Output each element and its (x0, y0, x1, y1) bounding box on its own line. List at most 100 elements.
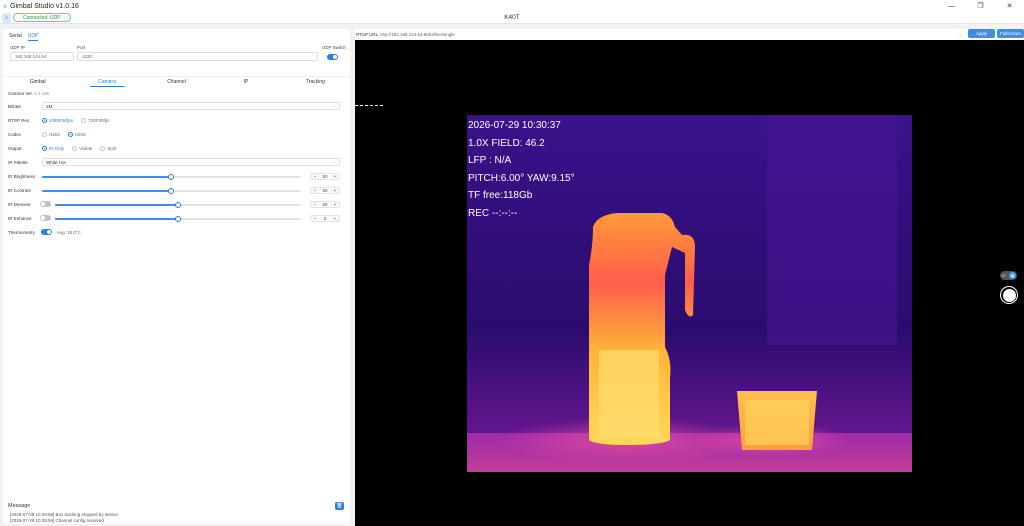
output-label: Output (8, 146, 22, 151)
video-panel: RTSP URL: rtsp://192.168.144.64:8554/liv… (355, 29, 1024, 526)
radio-720p[interactable]: 720P30fps (81, 118, 110, 123)
ir-contrast-slider[interactable] (42, 188, 300, 194)
plus-button[interactable]: + (331, 216, 339, 221)
udp-switch-label: UDP Switch (322, 45, 346, 50)
device-name: K40T (504, 14, 520, 21)
ir-contrast-label: IR Contrast (8, 188, 31, 193)
port-input[interactable]: 1030 (77, 52, 318, 61)
codec-radio-group: H264 H265 (42, 132, 86, 137)
maximize-icon[interactable]: ❐ (966, 0, 995, 12)
slider-fill (55, 204, 178, 206)
log-line: [2026-07-29 10:29:58] Box tracking stopp… (10, 512, 118, 517)
osd-timestamp: 2026-07-29 10:30:37 (468, 120, 561, 131)
udp-ip-input[interactable]: 192.168.144.64 (10, 52, 74, 61)
tab-gimbal[interactable]: Gimbal (3, 77, 72, 86)
ir-brightness-label: IR Brightness (8, 174, 36, 179)
ir-enhance-slider[interactable] (55, 216, 300, 222)
ir-palette-select[interactable]: White Hot ⌄ (42, 158, 340, 166)
fullscreen-button[interactable]: Fullscreen (997, 29, 1024, 38)
chevron-down-icon: ⌄ (958, 31, 962, 37)
connection-tabs: Serial UDP (9, 33, 39, 41)
camera-mode-toggle[interactable]: IR ◉ (1000, 271, 1017, 280)
device-tab-bar: ⌂ Connected: UDP K40T (0, 12, 1024, 24)
port-label: Port (77, 45, 86, 50)
osd-tf-free: TF free:118Gb (468, 190, 533, 201)
ir-enhance-stepper: −3 + (310, 215, 340, 222)
camera-version-label: Camera Ver. 3.4.166 (8, 91, 50, 96)
ir-brightness-stepper: −50 + (310, 173, 340, 180)
app-logo-icon: ♆ (2, 1, 8, 11)
ir-contrast-stepper: −50 + (310, 187, 340, 194)
control-panel: Serial UDP UDP IP 192.168.144.64 Port 10… (3, 29, 350, 524)
window-title: Gimbal Studio v1.0.16 (10, 2, 79, 10)
radio-ir-only[interactable]: IR Only (42, 146, 64, 151)
radio-split[interactable]: Split (100, 146, 116, 151)
output-radio-group: IR Only Visible Split (42, 146, 116, 151)
rtsp-url-input[interactable]: rtsp://192.168.144.64:8554/live/single ⌄ (378, 30, 964, 38)
slider-thumb[interactable] (174, 202, 181, 208)
ir-denoise-stepper: −50 + (310, 201, 340, 208)
ir-mode-label: IR (1002, 273, 1006, 278)
osd-lfp: LFP : N/A (468, 155, 512, 166)
rtsp-url-label: RTSP URL: (356, 32, 380, 37)
bitrate-select[interactable]: 2M ⌄ (42, 102, 340, 110)
ir-palette-label: IR Palette (8, 160, 28, 165)
ir-enhance-label: IR Enhance (8, 216, 32, 221)
message-panel: Message 🗑 [2026-07-29 10:29:58] Box trac… (3, 497, 350, 524)
camera-icon: ◉ (1009, 272, 1016, 279)
slider-thumb[interactable] (168, 174, 174, 180)
rtsp-bar: RTSP URL: rtsp://192.168.144.64:8554/liv… (355, 29, 1024, 40)
tab-ip[interactable]: IP (211, 77, 280, 86)
apply-button[interactable]: Apply (968, 29, 995, 38)
ir-enhance-toggle[interactable] (40, 215, 51, 221)
ir-denoise-slider[interactable] (55, 202, 300, 208)
radio-visible[interactable]: Visible (72, 146, 92, 151)
camera-version-value: 3.4.166 (34, 91, 50, 96)
log-line: [2026-07-29 10:29:58] Channel config rec… (10, 518, 104, 523)
window-controls: — ❐ ✕ (937, 0, 1024, 12)
plus-button[interactable]: + (331, 174, 339, 179)
ir-denoise-label: IR Denoise (8, 202, 31, 207)
minus-button[interactable]: − (311, 188, 319, 193)
ir-brightness-value[interactable]: 50 (319, 174, 331, 179)
tab-tracking[interactable]: Tracking (281, 77, 350, 86)
minus-button[interactable]: − (311, 202, 319, 207)
function-tabs: Gimbal Camera Channel IP Tracking (3, 76, 350, 87)
radio-h264[interactable]: H264 (42, 132, 60, 137)
tab-camera[interactable]: Camera (72, 77, 141, 87)
osd-rec: REC --:--:-- (468, 207, 518, 219)
slider-fill (55, 218, 178, 220)
plus-button[interactable]: + (331, 188, 339, 193)
ir-contrast-value[interactable]: 50 (319, 188, 331, 193)
thermometry-label: Thermometry (8, 230, 35, 235)
minimize-icon[interactable]: — (937, 0, 966, 12)
bitrate-label: Bitrate (8, 104, 22, 109)
tab-udp[interactable]: UDP (27, 33, 39, 41)
minus-button[interactable]: − (311, 216, 319, 221)
trash-icon[interactable]: 🗑 (335, 502, 344, 510)
ir-brightness-slider[interactable] (42, 174, 300, 180)
ir-denoise-toggle[interactable] (40, 201, 51, 207)
rtsp-res-label: RTSP Res (8, 118, 30, 123)
ir-denoise-value[interactable]: 50 (319, 202, 331, 207)
tab-serial[interactable]: Serial (9, 33, 22, 41)
title-bar: ♆ Gimbal Studio v1.0.16 — ❐ ✕ (0, 0, 1024, 12)
slider-thumb[interactable] (174, 216, 181, 222)
radio-1080p[interactable]: 1080P30fps (42, 118, 73, 123)
thermometry-toggle[interactable] (41, 229, 52, 235)
osd-zoom-field: 1.0X FIELD: 46.2 (468, 137, 545, 149)
tab-channel[interactable]: Channel (142, 77, 211, 86)
plus-button[interactable]: + (331, 202, 339, 207)
udp-switch-toggle[interactable] (327, 54, 338, 60)
codec-label: Codec (8, 132, 22, 137)
slider-thumb[interactable] (168, 188, 174, 194)
capture-button[interactable] (1000, 286, 1018, 304)
slider-fill (42, 176, 171, 178)
radio-h265[interactable]: H265 (67, 132, 86, 137)
ir-enhance-value[interactable]: 3 (319, 216, 331, 221)
thermal-video-feed[interactable]: 2026-07-29 10:30:37 1.0X FIELD: 46.2 LFP… (467, 115, 912, 472)
close-icon[interactable]: ✕ (995, 0, 1024, 12)
minus-button[interactable]: − (311, 174, 319, 179)
osd-overlay: 2026-07-29 10:30:37 1.0X FIELD: 46.2 LFP… (468, 117, 575, 222)
chevron-down-icon: ⌄ (332, 159, 336, 164)
